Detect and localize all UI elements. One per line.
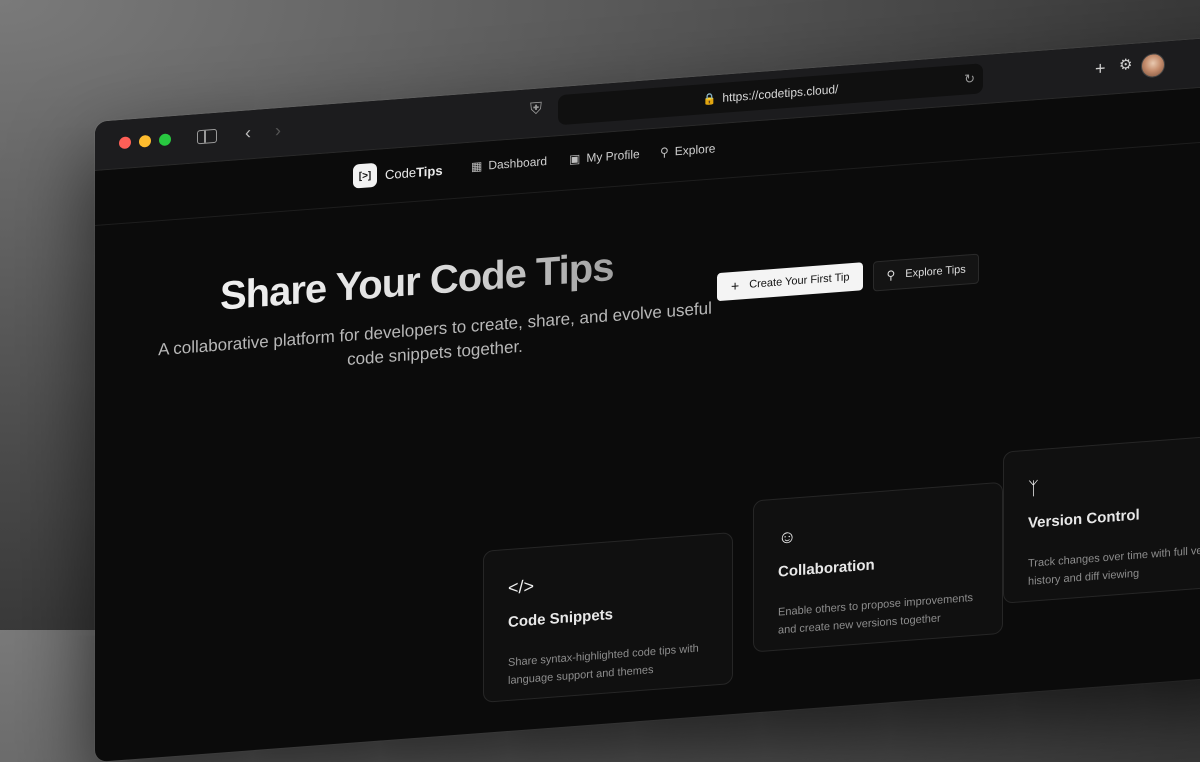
sidebar-toggle-icon[interactable] [197, 128, 217, 145]
nav-my-profile-label: My Profile [586, 147, 640, 166]
nav-my-profile[interactable]: ▣ My Profile [569, 147, 640, 166]
nav-dashboard-label: Dashboard [488, 154, 548, 173]
grid-icon: ▦ [471, 158, 483, 174]
brand-name-bold: Tips [416, 162, 443, 180]
brand-name-prefix: Code [385, 164, 417, 182]
shield-icon[interactable]: ⛨ [530, 100, 542, 118]
feature-card-version-control: ᛉ Version Control Track changes over tim… [1003, 433, 1200, 604]
brand[interactable]: [>] CodeTips [353, 158, 443, 189]
feature-title: Collaboration [778, 556, 875, 581]
lock-icon: 🔒 [702, 92, 717, 106]
back-arrow-icon[interactable]: ‹ [245, 122, 251, 142]
close-window-button[interactable] [119, 136, 131, 150]
url-text: https://codetips.cloud/ [722, 82, 839, 105]
codetips-logo-icon: [>] [353, 162, 377, 189]
feature-card-collaboration: ☺ Collaboration Enable others to propose… [753, 481, 1003, 653]
users-icon: ☺ [778, 526, 797, 548]
feature-title: Version Control [1028, 506, 1140, 532]
reload-icon[interactable]: ↻ [964, 71, 975, 88]
maximize-window-button[interactable] [159, 133, 171, 147]
profile-card-icon: ▣ [569, 151, 581, 167]
new-tab-plus-icon[interactable]: + [1095, 58, 1106, 79]
search-icon: ⚲ [886, 267, 896, 283]
nav-explore[interactable]: ⚲ Explore [660, 141, 715, 159]
feature-description: Track changes over time with full versio… [1028, 542, 1200, 588]
explore-search-icon: ⚲ [660, 144, 669, 160]
feature-card-code-snippets: </> Code Snippets Share syntax-highlight… [483, 532, 733, 703]
bug-icon[interactable]: ⚙ [1119, 56, 1132, 74]
explore-tips-label: Explore Tips [905, 263, 966, 281]
browser-window: ‹ › ⛨ 🔒 https://codetips.cloud/ ↻ + ⚙ [>… [95, 33, 1200, 762]
feature-title: Code Snippets [508, 606, 614, 631]
forward-arrow-icon[interactable]: › [275, 120, 281, 140]
feature-description: Share syntax-highlighted code tips with … [508, 642, 699, 687]
desktop-backdrop: ‹ › ⛨ 🔒 https://codetips.cloud/ ↻ + ⚙ [>… [0, 0, 1200, 762]
nav-explore-label: Explore [674, 141, 716, 159]
create-first-tip-label: Create Your First Tip [749, 271, 850, 291]
plus-icon: + [731, 277, 740, 295]
code-icon: </> [508, 575, 535, 598]
feature-description: Enable others to propose improvements an… [778, 591, 974, 637]
git-branch-icon: ᛉ [1028, 478, 1039, 499]
brand-name: CodeTips [385, 162, 443, 181]
minimize-window-button[interactable] [139, 134, 151, 148]
user-avatar[interactable] [1141, 52, 1165, 79]
nav-dashboard[interactable]: ▦ Dashboard [471, 154, 547, 174]
